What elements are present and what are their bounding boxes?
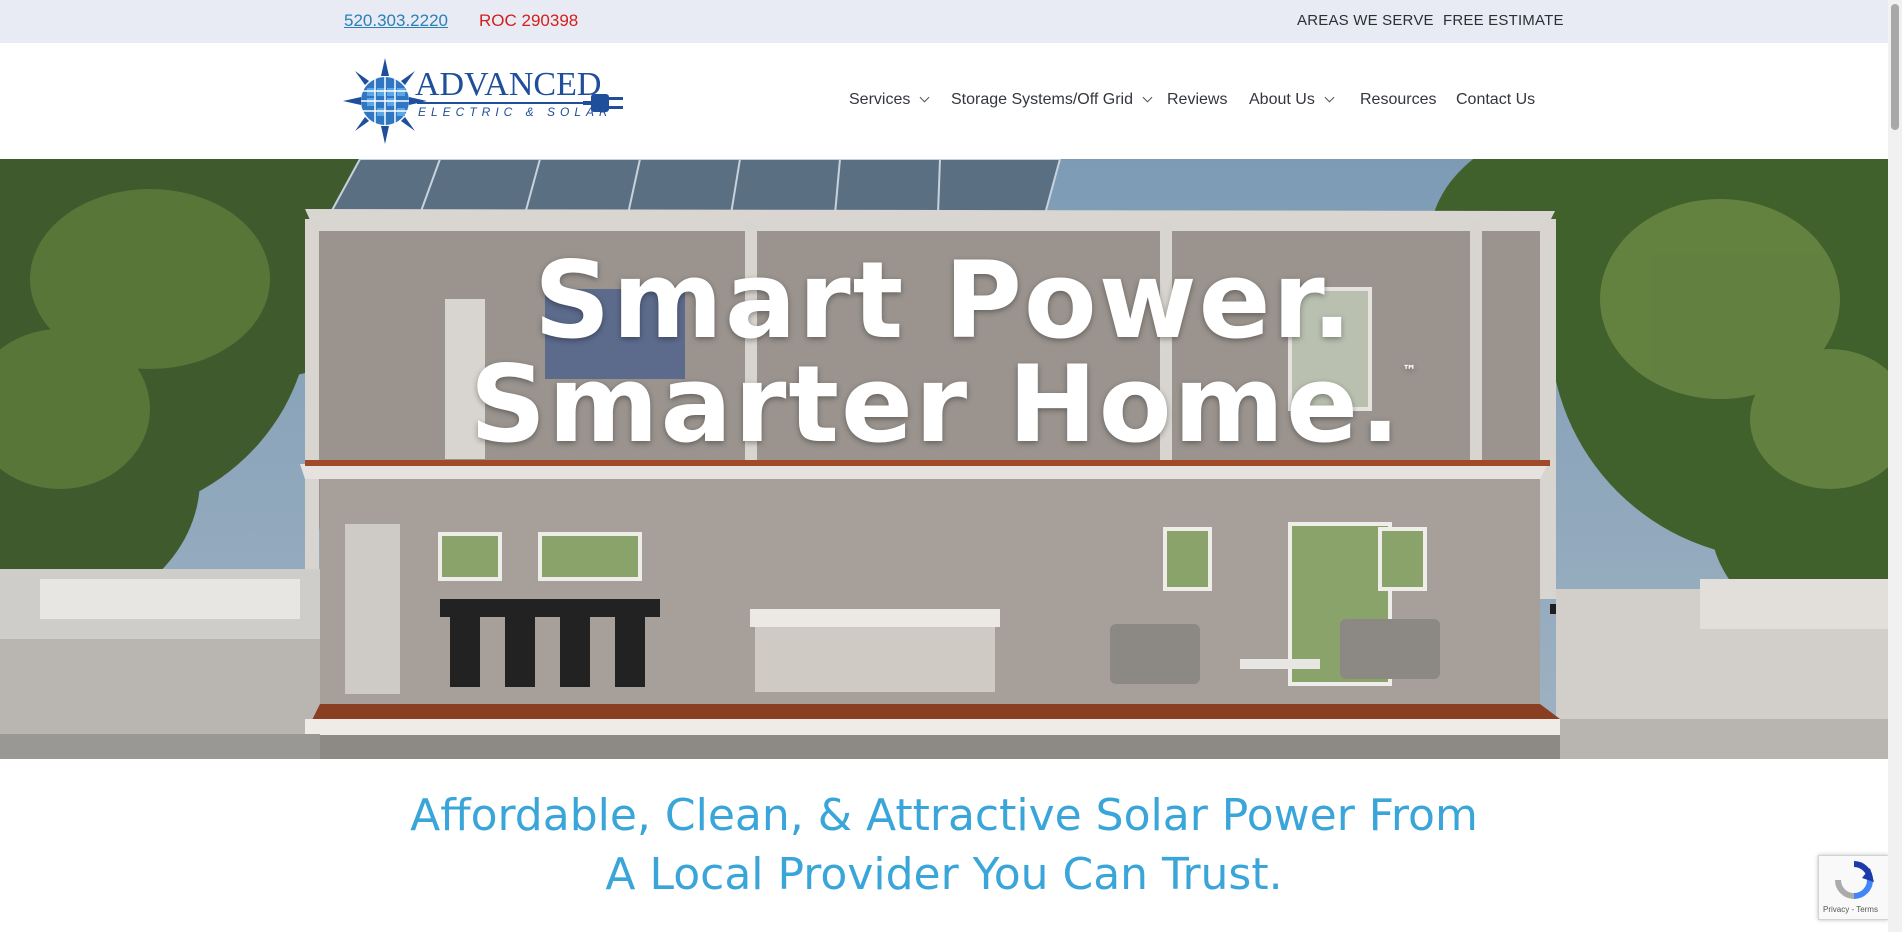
tagline-heading: Affordable, Clean, & Attractive Solar Po…	[0, 786, 1888, 904]
nav-reviews-label: Reviews	[1167, 91, 1228, 108]
site-header: ADVANCED ELECTRIC & SOLAR Services Stora…	[0, 43, 1888, 159]
nav-about-label: About Us	[1249, 91, 1315, 108]
nav-services[interactable]: Services	[849, 91, 930, 109]
roc-license: ROC 290398	[479, 11, 579, 30]
nav-services-label: Services	[849, 91, 911, 108]
nav-resources[interactable]: Resources	[1360, 91, 1436, 109]
tagline-line1: Affordable, Clean, & Attractive Solar Po…	[410, 790, 1478, 841]
nav-contact-label: Contact Us	[1456, 91, 1536, 108]
logo-wordmark: ADVANCED	[415, 66, 601, 103]
nav-storage-label: Storage Systems/Off Grid	[951, 91, 1133, 108]
tagline-line2: A Local Provider You Can Trust.	[605, 849, 1283, 900]
nav-storage-systems[interactable]: Storage Systems/Off Grid	[951, 91, 1153, 109]
recaptcha-badge[interactable]: Privacy - Terms	[1818, 855, 1888, 920]
page-scrollbar[interactable]	[1888, 0, 1902, 932]
top-utility-bar: 520.303.2220 ROC 290398 AREAS WE SERVE F…	[0, 0, 1888, 43]
hero-banner: Smart Power. Smarter Home.™	[0, 159, 1888, 759]
chevron-down-icon	[1324, 92, 1335, 103]
company-logo[interactable]: ADVANCED ELECTRIC & SOLAR	[343, 58, 628, 144]
logo-tagline: ELECTRIC & SOLAR	[418, 105, 613, 119]
chevron-down-icon	[919, 92, 930, 103]
nav-about-us[interactable]: About Us	[1249, 91, 1335, 109]
trademark-symbol: ™	[1402, 363, 1419, 379]
chevron-down-icon	[1142, 92, 1153, 103]
scrollbar-thumb[interactable]	[1891, 4, 1899, 130]
free-estimate-link[interactable]: FREE ESTIMATE	[1443, 12, 1564, 29]
phone-link[interactable]: 520.303.2220	[344, 11, 448, 31]
hero-heading-line2: Smarter Home.™	[0, 343, 1888, 466]
nav-resources-label: Resources	[1360, 91, 1437, 108]
areas-we-serve-link[interactable]: AREAS WE SERVE	[1297, 12, 1434, 29]
nav-reviews[interactable]: Reviews	[1167, 91, 1227, 109]
recaptcha-terms[interactable]: Privacy - Terms	[1823, 905, 1878, 914]
recaptcha-icon	[1835, 861, 1874, 899]
hero-heading-line2-text: Smarter Home.	[469, 343, 1403, 466]
nav-contact-us[interactable]: Contact Us	[1456, 91, 1535, 109]
